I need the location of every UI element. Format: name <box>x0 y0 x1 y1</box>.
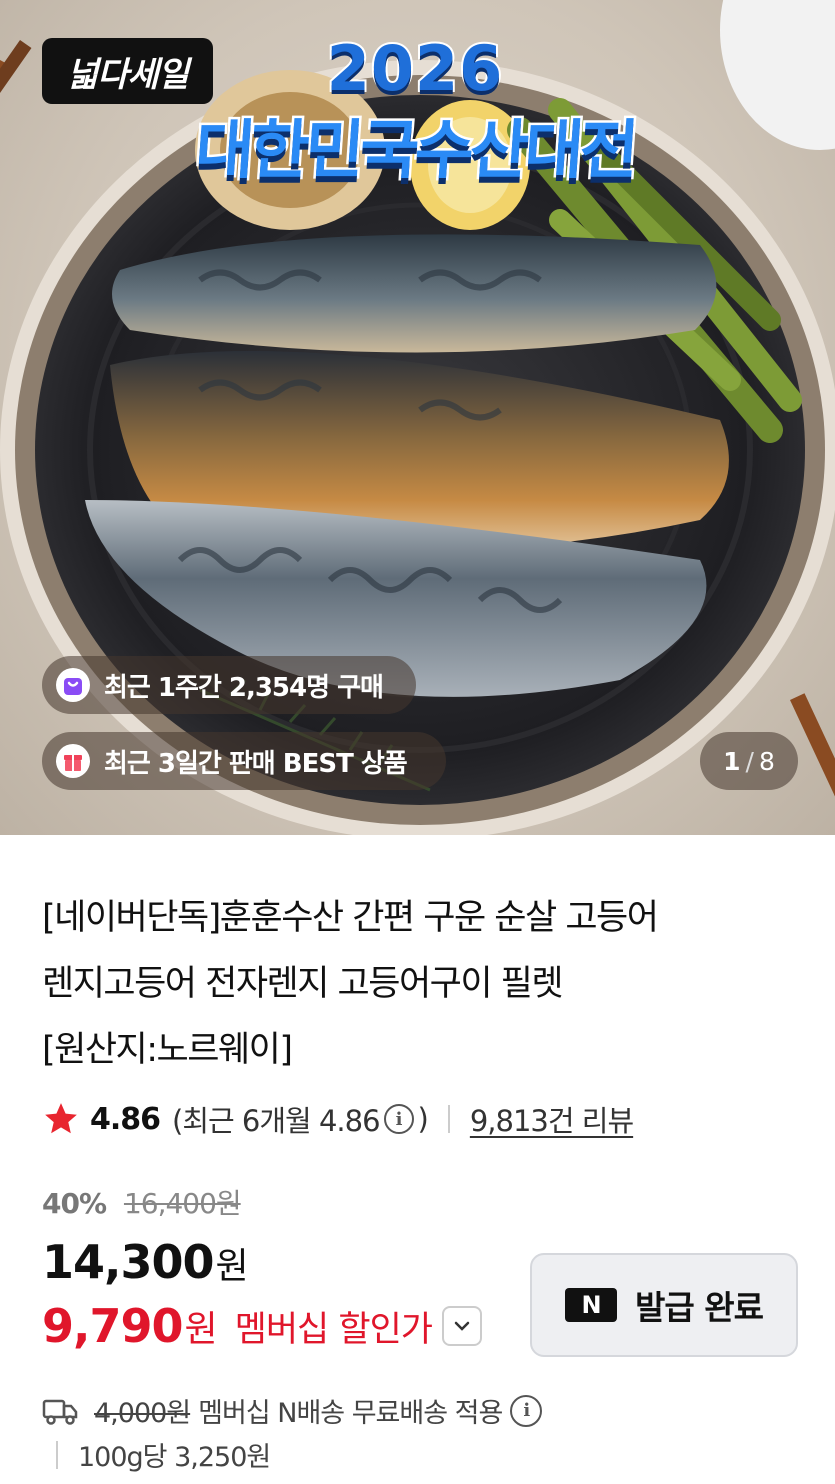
product-title: [네이버단독]훈훈수산 간편 구운 순살 고등어 렌지고등어 전자렌지 고등어구… <box>42 885 802 1083</box>
truck-icon <box>42 1399 78 1425</box>
product-title-line: 렌지고등어 전자렌지 고등어구이 필렛 <box>42 964 564 1004</box>
star-icon <box>45 1103 77 1134</box>
discount-row: 40% 16,400원 <box>42 1182 242 1222</box>
rating-row: 4.86 (최근 6개월 4.86 i ) 9,813건 리뷰 <box>42 1097 634 1141</box>
member-price-row: 9,790 원 멤버십 할인가 <box>42 1299 482 1353</box>
sale-price: 14,300원 <box>42 1235 249 1289</box>
delivery-info-icon[interactable]: i <box>510 1394 543 1427</box>
purchase-count-chip: 최근 1주간 2,354명 구매 <box>42 656 416 714</box>
festival-logo: 2026 대한민국수산대전 <box>170 30 660 205</box>
image-counter: 1 / 8 <box>700 732 798 790</box>
original-price: 16,400원 <box>123 1187 242 1220</box>
festival-title: 대한민국수산대전 <box>190 112 639 191</box>
image-counter-total: 8 <box>758 746 775 776</box>
best-seller-text: 최근 3일간 판매 BEST 상품 <box>104 748 408 779</box>
discount-rate: 40% <box>42 1187 107 1220</box>
product-title-line: [네이버단독]훈훈수산 간편 구운 순살 고등어 <box>42 898 659 938</box>
product-title-line: [원산지:노르웨이] <box>42 1030 293 1070</box>
rating-score: 4.86 <box>90 1101 161 1137</box>
old-delivery-fee: 4,000원 <box>94 1398 191 1429</box>
naver-logo-icon: N <box>565 1288 618 1322</box>
divider <box>56 1440 58 1469</box>
sale-price-unit: 원 <box>215 1246 249 1287</box>
member-price-unit: 원 <box>184 1309 218 1350</box>
divider <box>447 1105 450 1133</box>
rating-info-icon[interactable]: i <box>383 1104 414 1134</box>
sale-price-value: 14,300 <box>42 1235 215 1289</box>
member-price-label: 멤버십 할인가 <box>234 1309 433 1350</box>
coupon-issued-button[interactable]: N 발급 완료 <box>530 1253 798 1357</box>
image-counter-current: 1 <box>723 746 741 776</box>
shopping-bag-icon <box>56 668 90 702</box>
per-unit-price-row: 100g당 3,250원 <box>56 1435 271 1474</box>
recent-rating: (최근 6개월 4.86 <box>172 1104 380 1138</box>
chevron-down-icon[interactable] <box>441 1306 482 1346</box>
member-price-value: 9,790 <box>42 1299 184 1353</box>
recent-rating-close: ) <box>417 1102 429 1136</box>
image-counter-separator: / <box>745 746 754 776</box>
product-info: [네이버단독]훈훈수산 간편 구운 순살 고등어 렌지고등어 전자렌지 고등어구… <box>0 835 835 1484</box>
review-count-link[interactable]: 9,813건 리뷰 <box>470 1098 634 1140</box>
product-image-carousel[interactable]: 넓다세일 2026 대한민국수산대전 최근 1주간 2,354명 구매 최근 3… <box>0 0 835 835</box>
purchase-count-text: 최근 1주간 2,354명 구매 <box>104 672 384 703</box>
coupon-button-label: 발급 완료 <box>635 1288 764 1327</box>
delivery-row: 4,000원 멤버십 N배송 무료배송 적용 i <box>42 1391 546 1430</box>
gift-box-icon <box>56 744 90 778</box>
delivery-text: 멤버십 N배송 무료배송 적용 <box>198 1398 503 1429</box>
best-seller-chip: 최근 3일간 판매 BEST 상품 <box>42 732 446 790</box>
festival-year: 2026 <box>325 30 505 107</box>
per-unit-price: 100g당 3,250원 <box>78 1442 271 1473</box>
